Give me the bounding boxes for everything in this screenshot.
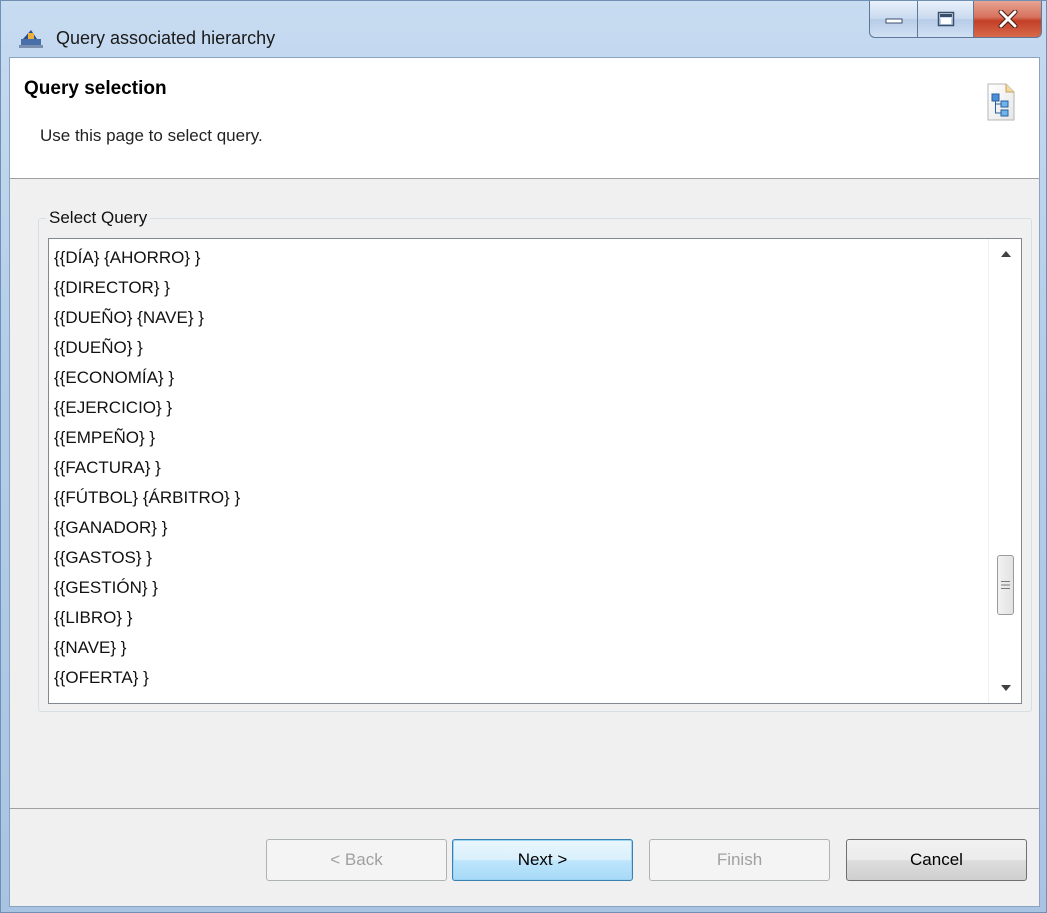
list-item[interactable]: {{EMPEÑO} } — [49, 423, 989, 453]
list-item[interactable]: {{GANADOR} } — [49, 513, 989, 543]
group-label: Select Query — [46, 208, 151, 228]
list-item[interactable]: {{ECONOMÍA} } — [49, 363, 989, 393]
page-description: Use this page to select query. — [40, 126, 263, 145]
select-query-group: Select Query {{DÍA} {AHORRO} } {{DIRECTO… — [38, 208, 1032, 712]
maximize-button[interactable] — [918, 1, 974, 38]
hierarchy-icon — [987, 83, 1015, 121]
list-item[interactable]: {{GESTIÓN} } — [49, 573, 989, 603]
vertical-scrollbar[interactable] — [988, 239, 1021, 703]
list-item[interactable]: {{EJERCICIO} } — [49, 393, 989, 423]
scroll-up-button[interactable] — [989, 239, 1021, 269]
window-title: Query associated hierarchy — [56, 28, 276, 48]
page-title: Query selection — [24, 78, 167, 99]
list-item[interactable]: {{GASTOS} } — [49, 543, 989, 573]
dialog-client-area: Query selection Use this page to select … — [9, 57, 1040, 907]
minimize-icon — [885, 18, 902, 24]
list-item[interactable]: {{DÍA} {AHORRO} } — [49, 243, 989, 273]
list-item[interactable]: {{FACTURA} } — [49, 453, 989, 483]
dialog-window: Query associated hierarchy Query selecti… — [0, 0, 1047, 913]
cancel-button[interactable]: Cancel — [846, 839, 1027, 881]
wizard-header: Query selection Use this page to select … — [10, 58, 1039, 179]
list-item[interactable]: {{FÚTBOL} {ÁRBITRO} } — [49, 483, 989, 513]
maximize-icon — [937, 11, 954, 27]
next-button[interactable]: Next > — [452, 839, 633, 881]
grip-icon — [1001, 581, 1010, 589]
list-item[interactable]: {{DUEÑO} {NAVE} } — [49, 303, 989, 333]
list-item[interactable]: {{NAVE} } — [49, 633, 989, 663]
list-item[interactable]: {{DUEÑO} } — [49, 333, 989, 363]
arrow-up-icon — [1000, 251, 1011, 257]
close-icon — [998, 10, 1017, 28]
close-button[interactable] — [974, 1, 1042, 38]
scroll-down-button[interactable] — [989, 673, 1021, 703]
title-bar[interactable]: Query associated hierarchy — [1, 1, 1046, 57]
finish-button[interactable]: Finish — [649, 839, 830, 881]
list-item[interactable]: {{DIRECTOR} } — [49, 273, 989, 303]
list-item[interactable]: {{LIBRO} } — [49, 603, 989, 633]
scroll-thumb[interactable] — [997, 555, 1014, 615]
app-icon — [19, 30, 43, 48]
arrow-down-icon — [1000, 685, 1011, 691]
minimize-button[interactable] — [869, 1, 918, 38]
query-listbox[interactable]: {{DÍA} {AHORRO} } {{DIRECTOR} } {{DUEÑO}… — [48, 238, 1022, 704]
footer-separator — [10, 808, 1039, 809]
back-button[interactable]: < Back — [266, 839, 447, 881]
list-item[interactable]: {{OFERTA} } — [49, 663, 989, 693]
query-list: {{DÍA} {AHORRO} } {{DIRECTOR} } {{DUEÑO}… — [49, 239, 989, 703]
